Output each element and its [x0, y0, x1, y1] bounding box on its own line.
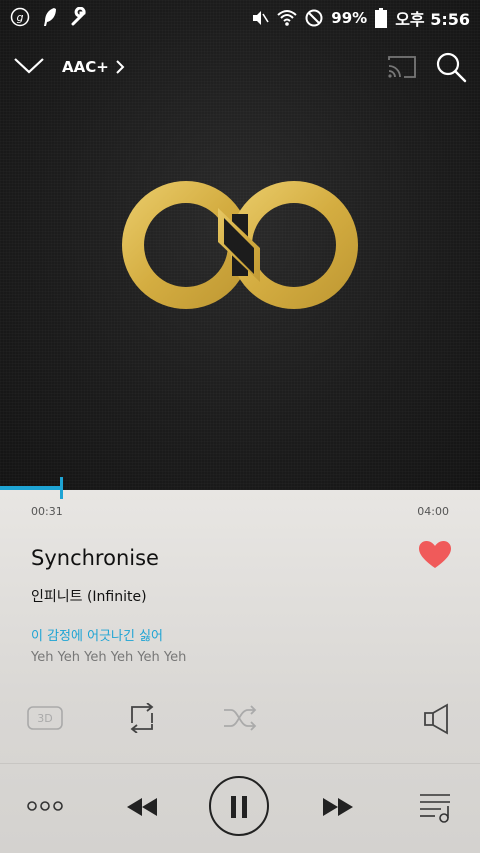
cast-icon[interactable]	[386, 54, 418, 80]
svg-text:g: g	[17, 11, 24, 24]
seek-bar[interactable]	[0, 486, 480, 490]
current-time: 00:31	[31, 505, 63, 518]
heart-icon[interactable]	[418, 540, 452, 570]
clock: 오후 5:56	[395, 10, 470, 29]
seek-bar-progress	[0, 486, 62, 490]
status-bar: g 99% 오후 5:56	[0, 0, 480, 36]
lyric-current[interactable]: 이 감정에 어긋나긴 싫어	[31, 625, 163, 644]
infinite-logo	[122, 181, 358, 309]
battery-percent: 99%	[331, 9, 368, 27]
song-title: Synchronise	[31, 546, 159, 570]
previous-icon[interactable]	[126, 798, 158, 816]
codec-selector[interactable]: AAC+	[62, 58, 125, 76]
player-top-bar: AAC+	[0, 46, 480, 90]
3d-audio-button[interactable]: 3D	[27, 706, 63, 730]
chevron-right-icon	[116, 60, 125, 74]
more-options-icon[interactable]	[27, 800, 63, 812]
pause-button[interactable]	[209, 776, 269, 836]
do-not-disturb-icon	[305, 9, 323, 27]
chevron-down-icon[interactable]	[12, 52, 46, 78]
search-icon[interactable]	[434, 50, 468, 84]
feather-app-icon	[44, 8, 56, 26]
speaker-icon[interactable]	[423, 703, 449, 735]
playlist-icon[interactable]	[419, 792, 453, 824]
wrench-icon	[71, 7, 86, 26]
artist-name[interactable]: 인피니트 (Infinite)	[31, 586, 147, 606]
g-app-icon: g	[10, 7, 30, 27]
divider	[0, 763, 480, 764]
music-player-screen: g 99% 오후 5:56 AAC+ 00:31 04:00 Synchroni…	[0, 0, 480, 853]
pause-icon	[231, 796, 247, 818]
shuffle-icon[interactable]	[223, 705, 257, 731]
transport-controls	[0, 776, 480, 840]
next-icon[interactable]	[322, 798, 354, 816]
battery-icon	[375, 8, 388, 28]
repeat-icon[interactable]	[126, 703, 158, 733]
codec-label: AAC+	[62, 58, 109, 76]
3d-label: 3D	[37, 712, 52, 725]
lyric-next[interactable]: Yeh Yeh Yeh Yeh Yeh Yeh	[31, 650, 186, 665]
mute-icon	[253, 11, 269, 25]
secondary-controls: 3D	[0, 700, 480, 740]
seek-bar-thumb[interactable]	[60, 477, 63, 499]
total-time: 04:00	[417, 505, 449, 518]
wifi-icon	[277, 10, 297, 26]
